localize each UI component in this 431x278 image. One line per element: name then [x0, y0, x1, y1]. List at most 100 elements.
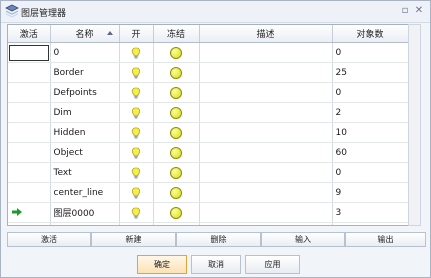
layer-row[interactable]: Border 25 — [8, 62, 408, 83]
column-header-active[interactable]: 激活 — [8, 25, 51, 43]
layer-description[interactable] — [199, 102, 333, 123]
sun-icon[interactable] — [170, 146, 182, 159]
sun-icon[interactable] — [170, 66, 182, 79]
active-cell[interactable] — [8, 202, 51, 223]
layer-name[interactable]: center_line — [50, 182, 120, 203]
cancel-button[interactable]: 取消 — [191, 255, 241, 274]
lightbulb-icon[interactable] — [131, 126, 141, 139]
layer-manager-window: 图层管理器 ▫ ✕ 激活 名称 开 冻结 描述 对象数 0 0 Border 2… — [0, 0, 431, 278]
delete-layer-button[interactable]: 删除 — [176, 232, 261, 247]
lightbulb-icon[interactable] — [131, 166, 141, 179]
lightbulb-icon[interactable] — [131, 86, 141, 99]
window-title: 图层管理器 — [21, 9, 67, 19]
layer-row[interactable]: center_line 9 — [8, 182, 408, 203]
apply-button[interactable]: 应用 — [245, 255, 300, 274]
sun-icon[interactable] — [170, 86, 182, 99]
on-toggle-cell[interactable] — [119, 182, 154, 203]
on-toggle-cell[interactable] — [119, 122, 154, 143]
sun-icon[interactable] — [170, 166, 182, 179]
layer-row[interactable]: 00 — [8, 42, 408, 63]
layer-name[interactable]: Text — [50, 162, 120, 183]
layer-description[interactable] — [199, 82, 333, 103]
active-cell[interactable] — [8, 102, 51, 123]
column-header-frozen[interactable]: 冻结 — [153, 25, 200, 43]
layer-description[interactable] — [199, 42, 333, 63]
layer-description[interactable] — [199, 142, 333, 163]
layer-name[interactable]: Dim — [50, 102, 120, 123]
ok-button[interactable]: 确定 — [137, 255, 187, 274]
restore-button[interactable]: ▫ — [399, 5, 411, 17]
layer-description[interactable] — [199, 122, 333, 143]
layer-row[interactable]: Hidden 10 — [8, 122, 408, 143]
close-button[interactable]: ✕ — [413, 5, 425, 17]
activate-button[interactable]: 激活 — [7, 232, 91, 247]
column-header-name-label: 名称 — [75, 30, 94, 40]
sun-icon[interactable] — [170, 206, 182, 219]
layer-row[interactable]: Defpoints 0 — [8, 82, 408, 103]
layer-description[interactable] — [199, 182, 333, 203]
active-cell[interactable] — [8, 62, 51, 83]
layer-name[interactable]: Border — [50, 62, 120, 83]
layer-row[interactable]: 图层0000 3 — [8, 202, 408, 223]
on-toggle-cell[interactable] — [119, 102, 154, 123]
lightbulb-icon[interactable] — [131, 206, 141, 219]
layer-name[interactable]: 0 — [50, 42, 120, 63]
sort-ascending-icon — [106, 31, 113, 35]
active-cell[interactable] — [8, 162, 51, 183]
layer-description[interactable] — [199, 162, 333, 183]
new-layer-button[interactable]: 新建 — [91, 232, 176, 247]
lightbulb-icon[interactable] — [131, 186, 141, 199]
layer-name[interactable]: 图层0000 — [50, 202, 120, 223]
layer-row[interactable]: Dim 2 — [8, 102, 408, 123]
object-count: 2 — [332, 102, 408, 123]
freeze-toggle-cell[interactable] — [153, 62, 200, 83]
export-button[interactable]: 输出 — [345, 232, 426, 247]
selected-cell[interactable] — [9, 44, 49, 61]
lightbulb-icon[interactable] — [131, 106, 141, 119]
on-toggle-cell[interactable] — [119, 82, 154, 103]
current-layer-arrow-icon — [12, 208, 22, 216]
freeze-toggle-cell[interactable] — [153, 142, 200, 163]
object-count: 0 — [332, 82, 408, 103]
freeze-toggle-cell[interactable] — [153, 82, 200, 103]
vertical-scrollbar[interactable] — [408, 24, 421, 226]
active-cell[interactable] — [8, 82, 51, 103]
column-header-object-count[interactable]: 对象数 — [332, 25, 408, 43]
on-toggle-cell[interactable] — [119, 62, 154, 83]
sun-icon[interactable] — [170, 126, 182, 139]
sun-icon[interactable] — [170, 46, 182, 59]
on-toggle-cell[interactable] — [119, 142, 154, 163]
lightbulb-icon[interactable] — [131, 66, 141, 79]
active-cell[interactable] — [8, 142, 51, 163]
on-toggle-cell[interactable] — [119, 42, 154, 63]
layer-name[interactable]: Hidden — [50, 122, 120, 143]
layer-name[interactable]: Object — [50, 142, 120, 163]
column-header-name[interactable]: 名称 — [50, 25, 120, 43]
active-cell[interactable] — [8, 182, 51, 203]
freeze-toggle-cell[interactable] — [153, 42, 200, 63]
on-toggle-cell[interactable] — [119, 202, 154, 223]
sun-icon[interactable] — [170, 106, 182, 119]
freeze-toggle-cell[interactable] — [153, 122, 200, 143]
lightbulb-icon[interactable] — [131, 46, 141, 59]
column-header-description[interactable]: 描述 — [199, 25, 333, 43]
import-button[interactable]: 输入 — [261, 232, 345, 247]
active-cell[interactable] — [8, 42, 51, 63]
lightbulb-icon[interactable] — [131, 146, 141, 159]
layer-description[interactable] — [199, 62, 333, 83]
on-toggle-cell[interactable] — [119, 162, 154, 183]
object-count: 3 — [332, 202, 408, 223]
freeze-toggle-cell[interactable] — [153, 182, 200, 203]
sun-icon[interactable] — [170, 186, 182, 199]
layer-description[interactable] — [199, 202, 333, 223]
freeze-toggle-cell[interactable] — [153, 102, 200, 123]
freeze-toggle-cell[interactable] — [153, 162, 200, 183]
column-header-on[interactable]: 开 — [119, 25, 154, 43]
layer-row[interactable]: Object 60 — [8, 142, 408, 163]
layer-row[interactable]: Text 0 — [8, 162, 408, 183]
active-cell[interactable] — [8, 122, 51, 143]
freeze-toggle-cell[interactable] — [153, 202, 200, 223]
object-count: 0 — [332, 162, 408, 183]
object-count: 10 — [332, 122, 408, 143]
layer-name[interactable]: Defpoints — [50, 82, 120, 103]
